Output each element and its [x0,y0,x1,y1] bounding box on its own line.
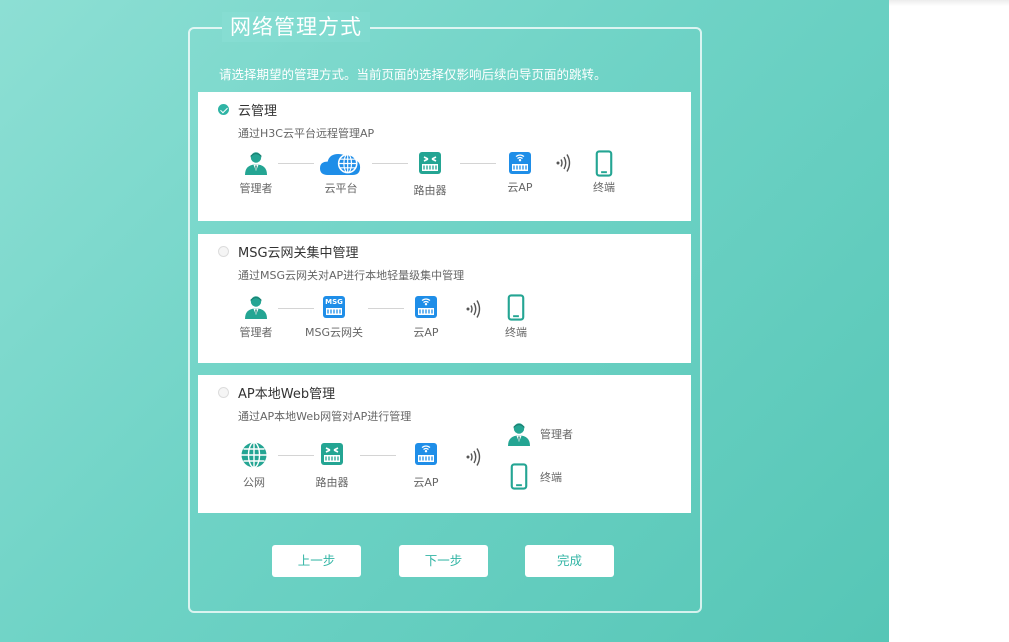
node-admin: 管理者 [236,150,276,196]
node-terminal: 终端 [510,463,562,490]
connector-line [278,163,314,164]
cloud-ap-icon [413,441,439,467]
wifi-signal-icon [464,447,484,467]
router-icon [319,441,345,467]
radio-cloud[interactable] [218,104,229,115]
page-title: 网络管理方式 [222,12,370,42]
radio-msg[interactable] [218,246,229,257]
admin-icon [243,294,269,320]
terminal-icon [507,294,525,321]
wifi-signal-icon [464,299,484,319]
globe-icon [240,441,268,469]
cloud-platform-icon [320,150,362,177]
connector-line [460,163,496,164]
option-title-cloud: 云管理 [238,104,278,119]
node-terminal: 终端 [498,294,534,340]
connector-line [372,163,408,164]
cloud-ap-icon [413,294,439,320]
node-cloud-ap: 云AP [500,150,540,195]
radio-local-web[interactable] [218,387,229,398]
option-title-local-web: AP本地Web管理 [238,387,336,402]
msg-badge-text: MSG [325,298,343,306]
node-cloud-ap: 云AP [406,441,446,490]
admin-icon [243,150,269,176]
node-terminal: 终端 [586,150,622,195]
node-admin: 管理者 [236,294,276,340]
next-button[interactable]: 下一步 [399,545,488,577]
node-cloud-platform: 云平台 [318,150,364,196]
option-desc-local-web: 通过AP本地Web网管对AP进行管理 [238,410,412,423]
node-msg-gateway: MSG MSG云网关 [298,294,370,340]
node-router: 路由器 [410,150,450,198]
node-router: 路由器 [312,441,352,490]
option-desc-msg: 通过MSG云网关对AP进行本地轻量级集中管理 [238,269,465,282]
node-cloud-ap: 云AP [406,294,446,340]
finish-button[interactable]: 完成 [525,545,614,577]
prev-button[interactable]: 上一步 [272,545,361,577]
wifi-signal-icon [554,153,574,173]
router-icon [417,150,443,176]
option-card-cloud[interactable]: 云管理 通过H3C云平台远程管理AP 管理者 云平台 路由器 云AP 终端 [198,92,691,221]
option-card-msg[interactable]: MSG云网关集中管理 通过MSG云网关对AP进行本地轻量级集中管理 管理者 MS… [198,234,691,363]
node-admin: 管理者 [506,421,573,447]
right-blank-area [889,0,1009,642]
option-card-local-web[interactable]: AP本地Web管理 通过AP本地Web网管对AP进行管理 公网 路由器 云AP … [198,375,691,513]
admin-icon [506,421,532,447]
option-desc-cloud: 通过H3C云平台远程管理AP [238,127,375,140]
connector-line [368,308,404,309]
connector-line [360,455,396,456]
terminal-icon [510,463,528,490]
node-public-network: 公网 [234,441,274,490]
connector-line [278,455,314,456]
terminal-icon [595,150,613,177]
cloud-ap-icon [507,150,533,176]
option-title-msg: MSG云网关集中管理 [238,246,359,261]
page-hint: 请选择期望的管理方式。当前页面的选择仅影响后续向导页面的跳转。 [219,67,607,82]
